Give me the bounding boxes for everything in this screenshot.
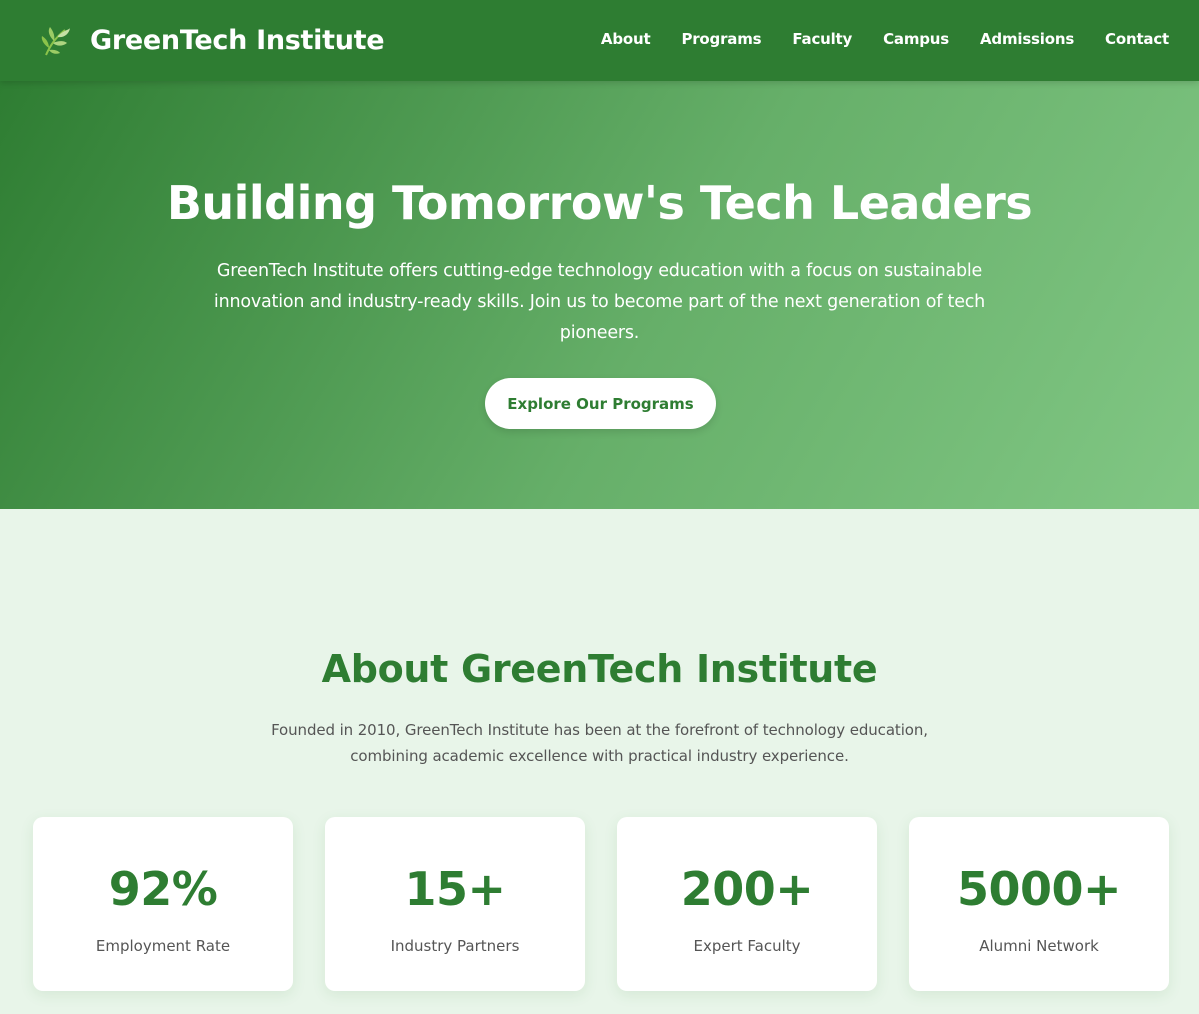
nav-about[interactable]: About [601, 30, 651, 48]
nav-campus[interactable]: Campus [883, 30, 949, 48]
main-nav: About Programs Faculty Campus Admissions… [601, 30, 1169, 48]
explore-programs-button[interactable]: Explore Our Programs [485, 378, 716, 429]
nav-programs[interactable]: Programs [681, 30, 761, 48]
nav-contact[interactable]: Contact [1105, 30, 1169, 48]
stat-number: 15+ [404, 862, 506, 916]
about-text: Founded in 2010, GreenTech Institute has… [271, 721, 928, 765]
stat-card-employment: 92% Employment Rate [33, 817, 293, 991]
brand-name: GreenTech Institute [90, 25, 385, 56]
hero-text: GreenTech Institute offers cutting-edge … [213, 261, 986, 343]
stat-label: Expert Faculty [693, 937, 801, 955]
stat-card-faculty: 200+ Expert Faculty [617, 817, 877, 991]
stats-grid: 92% Employment Rate 15+ Industry Partner… [33, 817, 1169, 991]
about-title: About GreenTech Institute [321, 647, 878, 691]
nav-admissions[interactable]: Admissions [980, 30, 1074, 48]
stat-card-alumni: 5000+ Alumni Network [909, 817, 1169, 991]
nav-faculty[interactable]: Faculty [792, 30, 852, 48]
stat-label: Alumni Network [979, 937, 1099, 955]
hero-title: Building Tomorrow's Tech Leaders [166, 176, 1033, 230]
stat-label: Industry Partners [390, 937, 520, 955]
site-header: GreenTech Institute About Programs Facul… [0, 0, 1199, 81]
stat-number: 5000+ [956, 862, 1122, 916]
stat-card-partners: 15+ Industry Partners [325, 817, 585, 991]
leaf-icon [38, 24, 72, 58]
stat-number: 92% [108, 862, 218, 916]
hero-section: Building Tomorrow's Tech Leaders GreenTe… [0, 81, 1199, 509]
brand[interactable]: GreenTech Institute [38, 24, 385, 58]
stat-label: Employment Rate [95, 937, 231, 955]
stat-number: 200+ [680, 862, 814, 916]
about-section: About GreenTech Institute Founded in 201… [0, 509, 1199, 1014]
